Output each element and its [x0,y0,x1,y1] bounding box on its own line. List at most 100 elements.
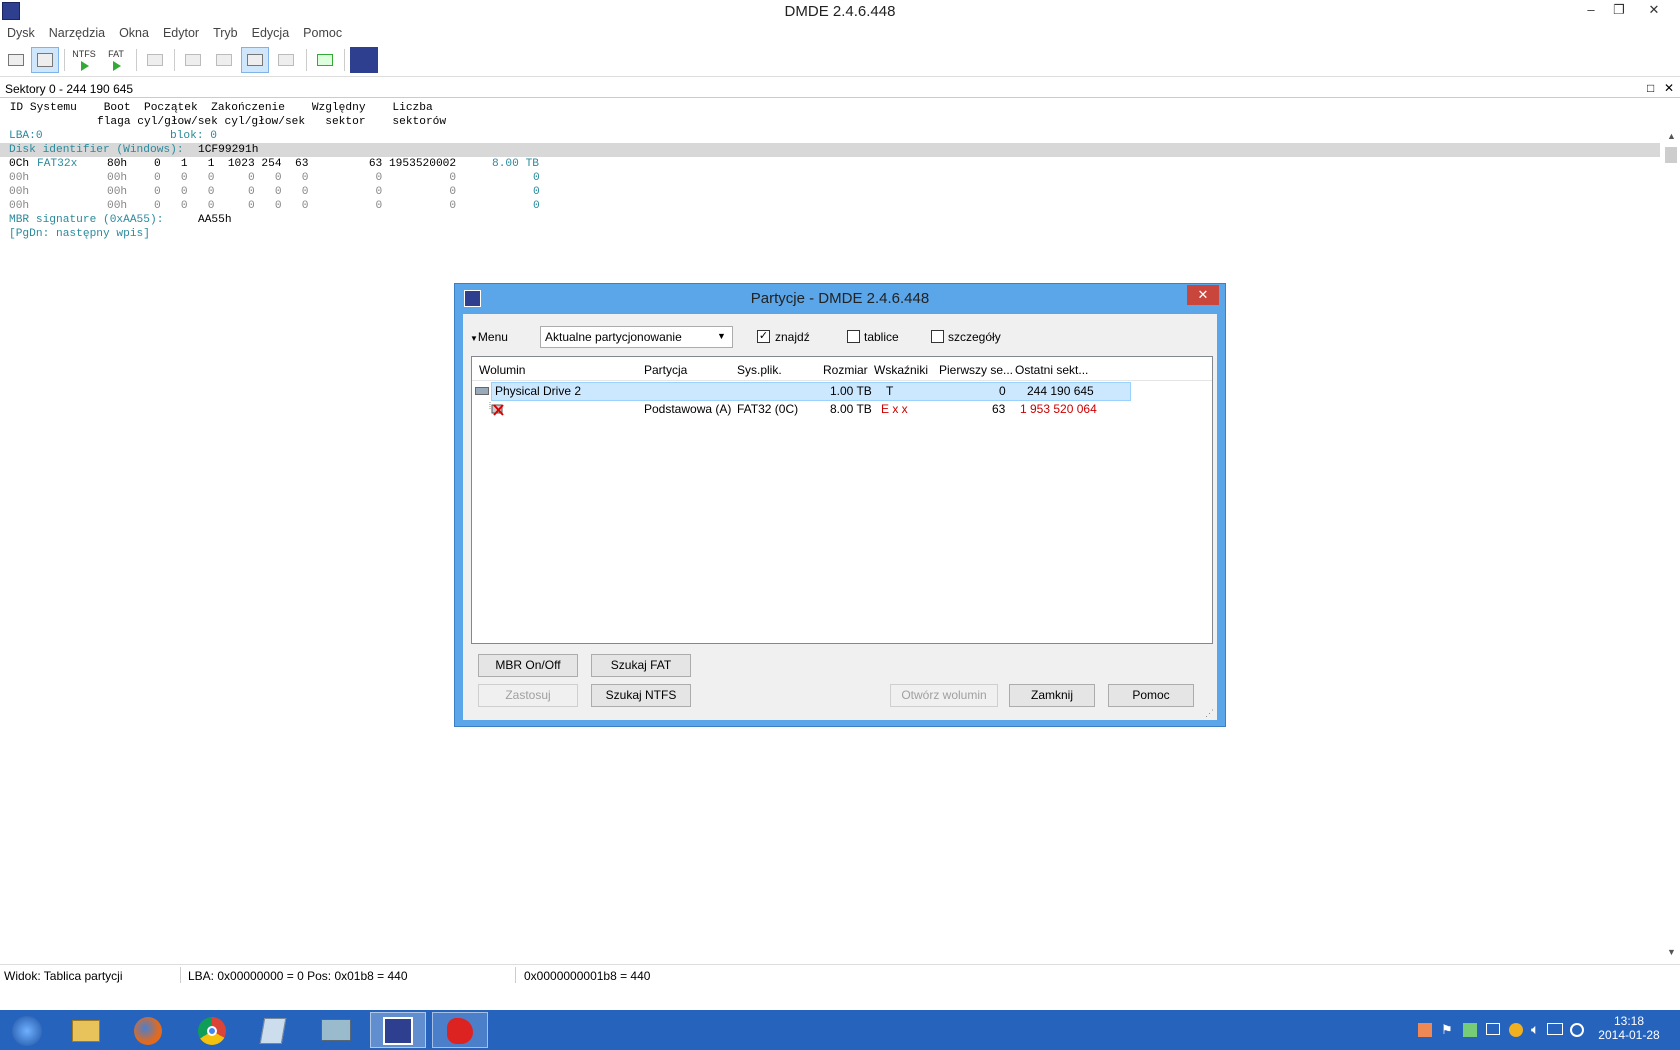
row-last-sector: 1 953 520 064 [1020,402,1097,416]
keyboard-icon[interactable] [1547,1023,1563,1035]
find-checkbox[interactable]: ✓ [757,330,770,343]
partitions-button[interactable] [31,47,59,73]
scroll-thumb[interactable] [1665,147,1677,163]
col-flags[interactable]: Wskaźniki [874,363,928,377]
row-volume: Physical Drive 2 [495,384,582,398]
tray-app-icon[interactable] [1418,1023,1432,1037]
clock[interactable]: 13:18 2014-01-28 [1596,1014,1662,1042]
taskbar-dmde[interactable] [370,1012,426,1048]
taskbar-remote[interactable] [308,1012,364,1048]
start-button[interactable] [2,1012,52,1048]
mbr-signature-value[interactable]: AA55h [198,213,232,227]
ntfs-search-button[interactable]: NTFS [70,47,98,73]
col-filesystem[interactable]: Sys.plik. [737,363,782,377]
entry-system-id[interactable]: 0Ch [9,157,29,171]
col-partition[interactable]: Partycja [644,363,687,377]
list-header: Wolumin Partycja Sys.plik. Rozmiar Wskaź… [472,357,1212,381]
search-ntfs-button[interactable]: Szukaj NTFS [591,684,691,707]
taskbar-explorer[interactable] [58,1012,114,1048]
col-volume[interactable]: Wolumin [479,363,525,377]
tray-sync-icon[interactable] [1463,1023,1477,1037]
entry-values[interactable]: 00h 0 0 0 0 0 0 0 0 [107,185,456,199]
tables-checkbox[interactable] [847,330,860,343]
flag-icon[interactable]: ⚑ [1441,1022,1453,1038]
entry-size: 0 [533,172,540,184]
dmde-logo-button[interactable] [350,47,378,73]
statusbar: Widok: Tablica partycji LBA: 0x00000000 … [0,964,1680,984]
panel-maximize-button[interactable]: □ [1647,81,1654,95]
pgdn-hint[interactable]: [PgDn: następny wpis] [9,227,150,241]
dialog-menu-button[interactable]: ▼Menu [470,330,508,344]
tree-icon [185,54,201,66]
sector-range-label: Sektory 0 - 244 190 645 [5,82,134,96]
partitions-dialog: Partycje - DMDE 2.4.6.448 ✕ ▼Menu Aktual… [454,283,1226,727]
open-disk-button[interactable] [2,47,30,73]
tray-circle-icon[interactable] [1509,1023,1523,1037]
tree-button[interactable] [179,47,207,73]
list-icon [216,54,232,66]
menu-okna[interactable]: Okna [112,23,156,43]
dmde-icon [383,1017,413,1045]
row-first-sector: 0 [999,384,1006,398]
volume-icon[interactable]: 🔈︎ [1531,1021,1539,1038]
taskbar-recovery-app[interactable] [432,1012,488,1048]
entry-system-id[interactable]: 00h [9,171,29,185]
tray-clock-icon[interactable] [1570,1023,1584,1037]
col-last-sector[interactable]: Ostatni sekt... [1015,363,1088,377]
select-value: Aktualne partycjonowanie [545,330,682,344]
resize-grip-icon[interactable]: ⋰ [1205,708,1214,719]
menu-edycja[interactable]: Edycja [245,23,297,43]
menu-narzedzia[interactable]: Narzędzia [42,23,112,43]
menu-edytor[interactable]: Edytor [156,23,206,43]
col-first-sector[interactable]: Pierwszy se... [939,363,1013,377]
splat-icon [447,1018,473,1044]
details-checkbox[interactable] [931,330,944,343]
entry-size: 8.00 TB [492,158,539,170]
minimize-button[interactable]: – [1577,0,1605,22]
export-button[interactable] [311,47,339,73]
entry-system-id[interactable]: 00h [9,185,29,199]
taskbar: ⚑ 🔈︎ 13:18 2014-01-28 [0,1010,1680,1050]
vertical-scrollbar[interactable]: ▲ ▼ [1663,131,1680,961]
ntfs-label: NTFS [72,49,96,59]
play-icon [81,61,89,71]
dialog-close-button[interactable]: ✕ [1187,285,1219,305]
search-fat-button[interactable]: Szukaj FAT [591,654,691,677]
panel-close-button[interactable]: ✕ [1664,81,1674,95]
taskbar-chrome[interactable] [184,1012,240,1048]
computer-icon [321,1019,351,1041]
search-button[interactable] [272,47,300,73]
scroll-up-icon[interactable]: ▲ [1667,131,1676,141]
file-button[interactable] [141,47,169,73]
windows-logo-icon [12,1016,42,1046]
open-volume-button[interactable]: Otwórz wolumin [890,684,998,707]
menu-tryb[interactable]: Tryb [206,23,245,43]
mbr-toggle-button[interactable]: MBR On/Off [478,654,578,677]
list-button[interactable] [210,47,238,73]
apply-button[interactable]: Zastosuj [478,684,578,707]
maximize-button[interactable]: ❐ [1605,0,1633,22]
taskbar-firefox[interactable] [120,1012,176,1048]
entry-values[interactable]: 80h 0 1 1 1023 254 63 63 1953520002 [107,157,456,171]
taskbar-notepad[interactable] [246,1012,302,1048]
entry-values[interactable]: 00h 0 0 0 0 0 0 0 0 [107,171,456,185]
row-first-sector: 63 [992,402,1006,416]
view-status: Widok: Tablica partycji [4,969,123,983]
scroll-down-icon[interactable]: ▼ [1667,947,1676,957]
entry-system-id[interactable]: 00h [9,199,29,213]
menu-dysk[interactable]: Dysk [0,23,42,43]
network-icon[interactable] [1486,1023,1500,1035]
partitioning-select[interactable]: Aktualne partycjonowanie ▼ [540,326,733,348]
table-view-button[interactable] [241,47,269,73]
close-dialog-button[interactable]: Zamknij [1009,684,1095,707]
help-button[interactable]: Pomoc [1108,684,1194,707]
lba-label: LBA:0 [9,130,43,142]
fat-search-button[interactable]: FAT [102,47,130,73]
disk-identifier-value[interactable]: 1CF99291h [198,143,258,157]
row-flags: E x x [881,402,908,416]
close-button[interactable]: ✕ [1640,0,1668,22]
entry-values[interactable]: 00h 0 0 0 0 0 0 0 0 [107,199,456,213]
col-size[interactable]: Rozmiar [823,363,868,377]
partition-list[interactable]: Wolumin Partycja Sys.plik. Rozmiar Wskaź… [471,356,1213,644]
menu-pomoc[interactable]: Pomoc [296,23,349,43]
